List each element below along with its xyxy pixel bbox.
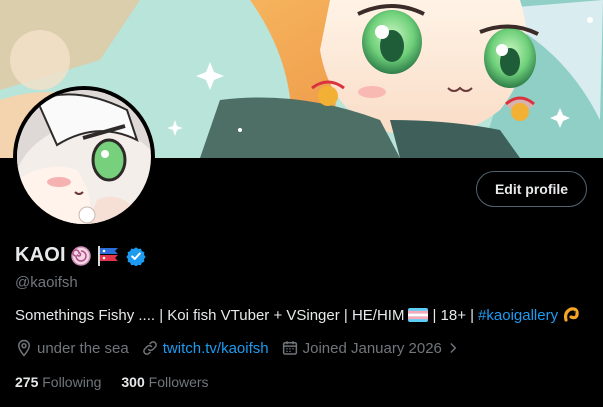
profile-avatar[interactable] [13,86,155,228]
edit-profile-button[interactable]: Edit profile [476,171,587,207]
calendar-icon [282,341,297,355]
swirl-emoji-icon [70,245,92,267]
bio-age-text: | 18+ | [432,306,475,324]
following-count: 275 [15,374,39,390]
joined-item[interactable]: Joined January 2026 [281,339,464,357]
shrimp-emoji-icon [562,306,580,324]
display-name: KAOI [15,244,66,266]
location-pin-icon [17,339,31,357]
bio-text: Somethings Fishy .... | Koi fish VTuber … [15,306,405,324]
website-item[interactable]: twitch.tv/kaoifsh [141,339,269,357]
following-label: Following [42,374,102,390]
followers-label: Followers [148,374,209,390]
profile-bio: Somethings Fishy .... | Koi fish VTuber … [15,306,580,324]
joined-text: Joined January 2026 [302,339,442,357]
link-icon [142,341,157,355]
followers-count: 300 [121,374,145,390]
location-item: under the sea [15,339,129,357]
koi-flag-emoji-icon [96,245,122,267]
profile-meta-row: under the sea twitch.tv/kaoifsh Joined J… [15,339,476,357]
following-link[interactable]: 275 Following [15,374,101,390]
bio-hashtag-link[interactable]: #kaoigallery [478,307,558,324]
verified-badge-icon[interactable] [126,246,146,266]
trans-flag-emoji-icon [408,308,429,322]
profile-handle: @kaoifsh [15,274,78,291]
avatar-image [17,90,151,224]
chevron-right-icon[interactable] [446,341,460,355]
website-link[interactable]: twitch.tv/kaoifsh [163,340,269,357]
profile-name-row: KAOI [15,244,146,267]
followers-link[interactable]: 300 Followers [121,374,208,390]
location-text: under the sea [37,339,129,357]
follow-stats: 275 Following 300 Followers [15,374,209,390]
